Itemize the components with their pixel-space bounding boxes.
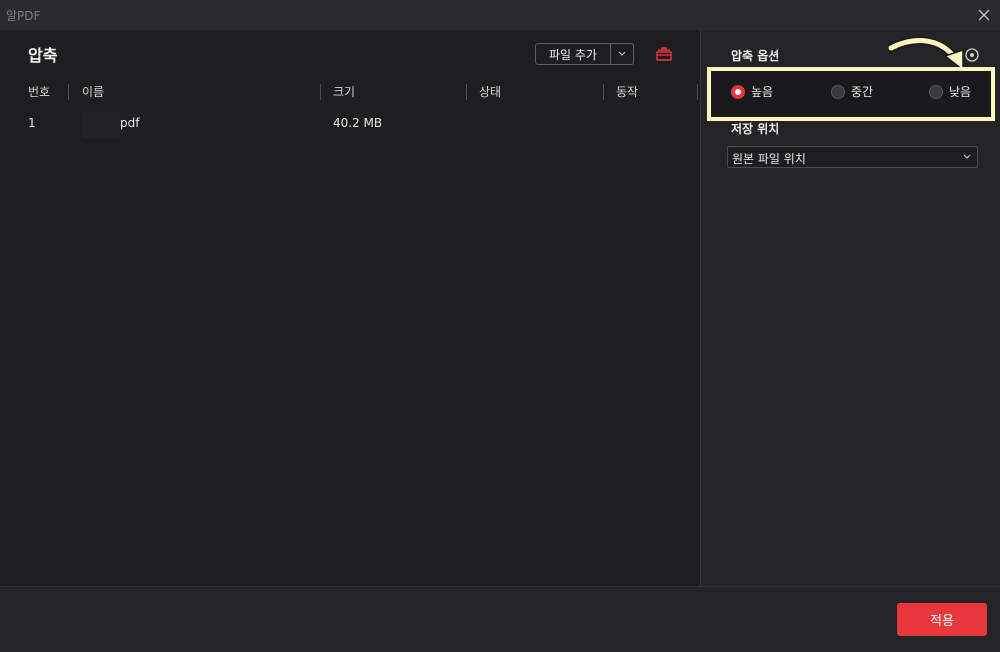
- radio-high[interactable]: 높음: [731, 83, 773, 100]
- column-header-size: 크기: [333, 85, 356, 99]
- row-file-name: pdf: [120, 116, 140, 130]
- radio-label-medium: 중간: [851, 85, 874, 99]
- row-number: 1: [28, 116, 36, 130]
- chevron-down-icon: [963, 154, 971, 159]
- app-title: 알PDF: [6, 9, 41, 23]
- title-bar: 알PDF: [0, 0, 1000, 30]
- add-file-dropdown[interactable]: [611, 44, 633, 64]
- column-divider[interactable]: [320, 84, 321, 100]
- radio-low[interactable]: 낮음: [929, 83, 971, 100]
- trash-icon[interactable]: [654, 44, 674, 64]
- compression-level-group: 높음 중간 낮음: [707, 67, 995, 121]
- radio-medium[interactable]: 중간: [831, 83, 873, 100]
- add-file-button[interactable]: 파일 추가: [536, 44, 611, 64]
- close-icon[interactable]: [974, 5, 994, 25]
- column-header-name: 이름: [82, 85, 105, 99]
- save-location-value: 원본 파일 위치: [732, 152, 806, 166]
- save-location-label: 저장 위치: [731, 122, 780, 136]
- footer-bar: 적용: [0, 586, 1000, 652]
- settings-icon[interactable]: [964, 47, 980, 63]
- column-header-number: 번호: [28, 85, 51, 99]
- file-thumbnail: [82, 112, 120, 138]
- radio-label-low: 낮음: [949, 85, 972, 99]
- apply-button[interactable]: 적용: [897, 603, 987, 636]
- options-panel: 압축 옵션 높음 중간 낮음 저장 위치 원본 파일 위치: [700, 30, 1000, 586]
- chevron-down-icon: [618, 51, 626, 56]
- radio-label-high: 높음: [751, 85, 774, 99]
- column-divider[interactable]: [466, 84, 467, 100]
- column-header-status: 상태: [479, 85, 502, 99]
- add-file-group: 파일 추가: [535, 43, 634, 65]
- page-title: 압축: [28, 46, 58, 65]
- save-location-select[interactable]: 원본 파일 위치: [727, 146, 978, 168]
- radio-unselected-icon: [929, 84, 943, 99]
- radio-unselected-icon: [831, 84, 845, 99]
- column-divider[interactable]: [603, 84, 604, 100]
- column-divider[interactable]: [68, 84, 69, 100]
- compression-options-title: 압축 옵션: [731, 49, 780, 63]
- file-list-panel: 압축 파일 추가 번호 이름 크기 상태 동작 1 pdf 40.2 MB: [0, 30, 700, 586]
- row-file-size: 40.2 MB: [333, 116, 383, 130]
- radio-selected-icon: [731, 84, 745, 99]
- column-header-action: 동작: [616, 85, 639, 99]
- column-divider[interactable]: [697, 84, 698, 100]
